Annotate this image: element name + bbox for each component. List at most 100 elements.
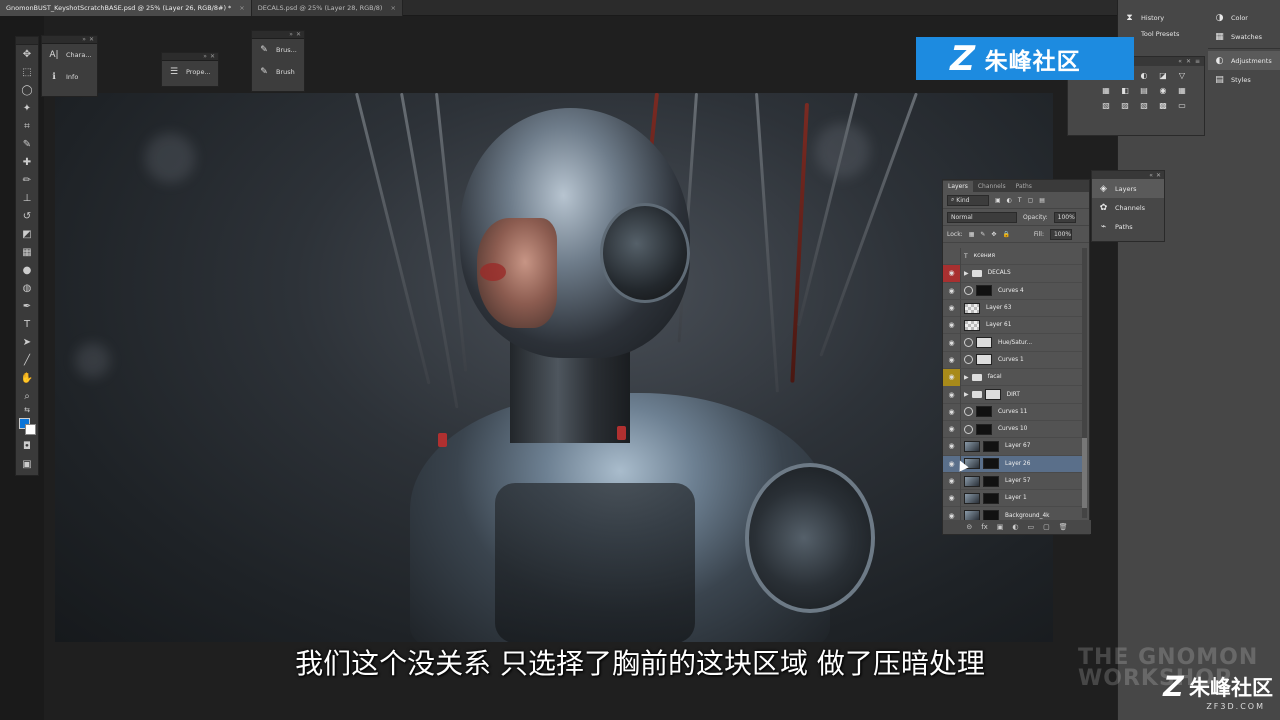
fill-field[interactable]: 100% bbox=[1049, 228, 1072, 240]
type-tool-icon[interactable]: T bbox=[16, 315, 38, 333]
crop-tool-icon[interactable]: ⌗ bbox=[16, 117, 38, 135]
gradient-tool-icon[interactable]: ▦ bbox=[16, 243, 38, 261]
layer-row[interactable]: ◉ Hue/Satur... bbox=[943, 334, 1083, 352]
panel-header[interactable]: » ✕ bbox=[162, 53, 218, 61]
visibility-eye-icon[interactable]: ◉ bbox=[943, 472, 961, 490]
vibrance-icon[interactable]: ▽ bbox=[1176, 70, 1188, 81]
channels-button[interactable]: ✿ Channels bbox=[1092, 198, 1164, 217]
character-panel-button[interactable]: A| Chara... bbox=[42, 44, 97, 66]
lock-pixels-icon[interactable]: ✎ bbox=[980, 231, 985, 238]
brush-presets-button[interactable]: ✎ Brus... bbox=[252, 39, 304, 61]
quick-mask-icon[interactable]: ◘ bbox=[16, 437, 38, 455]
visibility-eye-icon[interactable]: ◉ bbox=[943, 489, 961, 507]
filter-pixel-icon[interactable]: ▣ bbox=[995, 197, 1001, 204]
expand-arrow-icon[interactable]: ▶ bbox=[964, 374, 969, 381]
layer-row[interactable]: ◉ Layer 61 bbox=[943, 316, 1083, 335]
tab-channels[interactable]: Channels bbox=[973, 181, 1011, 192]
invert-icon[interactable]: ▧ bbox=[1100, 100, 1112, 111]
visibility-eye-icon[interactable]: ◉ bbox=[943, 299, 961, 317]
gradient-map-icon[interactable]: ▩ bbox=[1157, 100, 1169, 111]
exposure-icon[interactable]: ◪ bbox=[1157, 70, 1169, 81]
layer-row[interactable]: ◉ Layer 57 bbox=[943, 472, 1083, 491]
magic-wand-icon[interactable]: ✦ bbox=[16, 99, 38, 117]
panel-header[interactable]: «✕ bbox=[1092, 171, 1164, 179]
layer-row[interactable]: ◉ Curves 1 bbox=[943, 351, 1083, 370]
visibility-eye-icon[interactable]: ◉ bbox=[943, 316, 961, 334]
styles-button[interactable]: ▤ Styles bbox=[1208, 70, 1280, 89]
layer-row[interactable]: ◉ Curves 11 bbox=[943, 403, 1083, 421]
brush-button[interactable]: ✎ Brush bbox=[252, 61, 304, 83]
eyedropper-icon[interactable]: ✎ bbox=[16, 135, 38, 153]
visibility-eye-icon[interactable]: ◉ bbox=[943, 386, 961, 404]
hue-saturation-icon[interactable]: ▦ bbox=[1100, 85, 1112, 96]
curves-icon[interactable]: ◐ bbox=[1138, 70, 1150, 81]
visibility-eye-icon[interactable]: ◉ bbox=[943, 351, 961, 369]
expand-arrow-icon[interactable]: ▶ bbox=[964, 391, 969, 398]
visibility-eye-icon[interactable] bbox=[943, 247, 961, 265]
new-layer-icon[interactable]: ▢ bbox=[1043, 523, 1050, 531]
swatches-button[interactable]: ▦ Swatches bbox=[1208, 27, 1280, 46]
swap-colors-icon[interactable]: ⇆ bbox=[16, 405, 38, 415]
tab-layers[interactable]: Layers bbox=[943, 181, 973, 192]
background-color[interactable] bbox=[25, 424, 36, 435]
channel-mixer-icon[interactable]: ▦ bbox=[1176, 85, 1188, 96]
properties-panel-button[interactable]: ☰ Prope... bbox=[162, 61, 218, 83]
healing-brush-icon[interactable]: ✚ bbox=[16, 153, 38, 171]
info-panel-button[interactable]: ℹ Info bbox=[42, 66, 97, 88]
filter-shape-icon[interactable]: ▢ bbox=[1028, 197, 1034, 204]
paths-button[interactable]: ⌁ Paths bbox=[1092, 217, 1164, 236]
layer-row[interactable]: ◉ ▶ DECALS bbox=[943, 264, 1083, 283]
new-group-icon[interactable]: ▭ bbox=[1028, 523, 1035, 531]
opacity-field[interactable]: 100% bbox=[1053, 211, 1076, 223]
panel-grip[interactable] bbox=[16, 37, 38, 45]
color-button[interactable]: ◑ Color bbox=[1208, 8, 1280, 27]
layers-scrollbar[interactable] bbox=[1082, 248, 1087, 518]
layer-row[interactable]: ◉ Curves 10 bbox=[943, 420, 1083, 439]
layer-row[interactable]: ◉ ▶ DIRT bbox=[943, 386, 1083, 404]
blur-tool-icon[interactable]: ● bbox=[16, 261, 38, 279]
zoom-tool-icon[interactable]: ⌕ bbox=[16, 387, 38, 405]
visibility-eye-icon[interactable]: ◉ bbox=[943, 368, 961, 386]
color-swatches[interactable] bbox=[16, 415, 38, 437]
adjustments-button[interactable]: ◐ Adjustments bbox=[1208, 51, 1280, 70]
lock-position-icon[interactable]: ✥ bbox=[991, 231, 996, 238]
document-tab[interactable]: GnomonBUST_KeyshotScratchBASE.psd @ 25% … bbox=[0, 0, 252, 16]
visibility-eye-icon[interactable]: ◉ bbox=[943, 334, 961, 352]
pen-tool-icon[interactable]: ✒ bbox=[16, 297, 38, 315]
layer-row[interactable]: ◉ Layer 63 bbox=[943, 299, 1083, 318]
blend-mode-select[interactable]: Normal bbox=[947, 211, 1017, 223]
photo-filter-icon[interactable]: ◉ bbox=[1157, 85, 1169, 96]
visibility-eye-icon[interactable]: ◉ bbox=[943, 282, 961, 300]
eraser-icon[interactable]: ◩ bbox=[16, 225, 38, 243]
visibility-eye-icon[interactable]: ◉ bbox=[943, 264, 961, 282]
close-icon[interactable]: × bbox=[390, 4, 395, 12]
layer-row[interactable]: ◉ Curves 4 bbox=[943, 282, 1083, 300]
expand-arrow-icon[interactable]: ▶ bbox=[964, 270, 969, 277]
layer-row[interactable]: ◉ Layer 1 bbox=[943, 489, 1083, 508]
layer-row[interactable]: ◉ ▶ facal bbox=[943, 368, 1083, 387]
panel-header[interactable]: » ✕ bbox=[252, 31, 304, 39]
selective-color-icon[interactable]: ▭ bbox=[1176, 100, 1188, 111]
layer-row[interactable]: ◉ Layer 67 bbox=[943, 437, 1083, 456]
screen-mode-icon[interactable]: ▣ bbox=[16, 455, 38, 473]
tab-paths[interactable]: Paths bbox=[1011, 181, 1037, 192]
lock-transparent-icon[interactable]: ▦ bbox=[969, 231, 975, 238]
delete-layer-icon[interactable]: 🗑 bbox=[1059, 523, 1068, 531]
black-white-icon[interactable]: ▤ bbox=[1138, 85, 1150, 96]
visibility-eye-icon[interactable]: ◉ bbox=[943, 403, 961, 421]
lock-all-icon[interactable]: 🔒 bbox=[1002, 231, 1009, 238]
clone-stamp-icon[interactable]: ⊥ bbox=[16, 189, 38, 207]
filter-kind-select[interactable]: ⌕ Kind bbox=[947, 194, 989, 206]
posterize-icon[interactable]: ▨ bbox=[1119, 100, 1131, 111]
add-mask-icon[interactable]: ▣ bbox=[997, 523, 1004, 531]
new-adjustment-icon[interactable]: ◐ bbox=[1012, 523, 1018, 531]
path-select-icon[interactable]: ➤ bbox=[16, 333, 38, 351]
close-icon[interactable]: × bbox=[239, 4, 244, 12]
color-balance-icon[interactable]: ◧ bbox=[1119, 85, 1131, 96]
marquee-tool-icon[interactable]: ⬚ bbox=[16, 63, 38, 81]
link-layers-icon[interactable]: ⊝ bbox=[966, 523, 972, 531]
document-tab[interactable]: DECALS.psd @ 25% (Layer 28, RGB/8) × bbox=[251, 0, 403, 16]
layer-row[interactable]: Tксения bbox=[943, 247, 1083, 266]
scrollbar-thumb[interactable] bbox=[1082, 438, 1087, 508]
history-button[interactable]: ⧗ History bbox=[1118, 8, 1203, 27]
